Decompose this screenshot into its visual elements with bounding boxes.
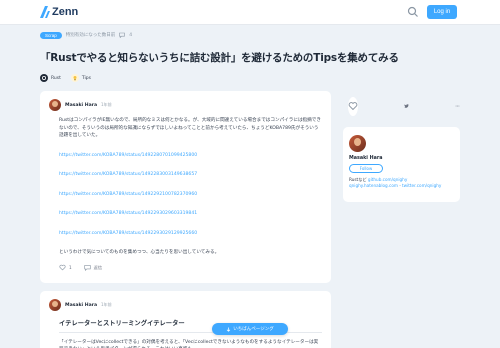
avatar[interactable] <box>49 299 61 311</box>
tag-list: Rust Tips <box>40 74 460 82</box>
profile-bio: Rustなど github.com/qnighy qnighy.hatenabl… <box>349 177 442 188</box>
zenn-logo-icon <box>40 6 50 18</box>
avatar[interactable] <box>49 99 61 111</box>
scrap-post: Masaki Hara 1年前 イテレーターとストリーミングイテレーター 「イテ… <box>40 291 331 348</box>
bio-link[interactable]: twitter.com/qnighy <box>402 183 441 188</box>
logo-text: Zenn <box>52 6 79 18</box>
post-header: Masaki Hara 1年前 <box>40 91 331 111</box>
reply-button[interactable]: 返信 <box>84 264 102 271</box>
toc-label: いちばんページング <box>233 327 274 332</box>
header: Zenn Log in <box>0 0 500 25</box>
avatar[interactable] <box>349 135 366 152</box>
tag-label: Rust <box>51 75 61 81</box>
article-meta: Scrap 特別有効になった数日前 4 <box>40 30 460 40</box>
lightbulb-icon <box>70 74 79 82</box>
bio-link[interactable]: github.com/qnighy <box>368 177 407 182</box>
reply-icon <box>84 265 91 271</box>
tweet-link[interactable]: https://twitter.com/KOBA789/status/14922… <box>59 230 322 238</box>
tag-tips[interactable]: Tips <box>70 74 91 82</box>
comment-count: 4 <box>129 32 133 38</box>
login-button[interactable]: Log in <box>427 5 457 19</box>
post-date: 1年前 <box>101 302 112 307</box>
follow-button[interactable]: Follow <box>349 164 383 173</box>
post-actions: 1 返信 <box>59 264 102 271</box>
tag-label: Tips <box>81 75 91 81</box>
scrap-badge[interactable]: Scrap <box>40 31 62 39</box>
author-name[interactable]: Masaki Hara <box>65 103 97 108</box>
heart-icon <box>59 264 66 271</box>
tweet-link[interactable]: https://twitter.com/KOBA789/status/14922… <box>59 171 322 179</box>
zenn-logo[interactable]: Zenn <box>40 6 78 18</box>
heart-icon <box>348 102 358 111</box>
author-name[interactable]: Masaki Hara <box>65 303 97 308</box>
tweet-link[interactable]: https://twitter.com/KOBA789/status/14922… <box>59 152 322 160</box>
twitter-icon[interactable] <box>404 99 409 113</box>
bio-link[interactable]: qnighy.hatenablog.com <box>349 183 398 188</box>
search-icon[interactable] <box>407 6 419 18</box>
post-paragraph: 「イテレーターはVecにcollectできる」の対偶を考えると、「Vecにcol… <box>59 339 319 348</box>
meta-text: 特別有効になった数日前 <box>65 33 116 38</box>
like-large-button[interactable] <box>348 96 358 116</box>
bio-text: Rustなど <box>349 177 367 182</box>
arrow-down-icon <box>227 327 231 332</box>
more-icon[interactable] <box>455 99 460 113</box>
post-header: Masaki Hara 1年前 <box>40 291 331 311</box>
post-paragraph: RustはコンパイラがIE無いなので、局所的なミスは何とかなる。が、大域的に間違… <box>59 118 321 138</box>
post-body: イテレーターとストリーミングイテレーター 「イテレーターはVecにcollect… <box>40 320 331 348</box>
author-profile-card: Masaki Hara Follow Rustなど github.com/qni… <box>343 127 460 202</box>
post-date: 1年前 <box>101 102 112 107</box>
profile-name[interactable]: Masaki Hara <box>349 156 454 161</box>
like-button[interactable]: 1 <box>59 264 72 271</box>
tweet-link[interactable]: https://twitter.com/KOBA789/status/14922… <box>59 191 322 199</box>
page-title: 「Rustでやると知らないうちに詰む設計」を避けるためのTipsを集めてみる <box>40 52 399 64</box>
like-count: 1 <box>69 265 72 270</box>
tag-rust[interactable]: Rust <box>40 74 61 82</box>
reply-label: 返信 <box>93 264 103 270</box>
toc-button[interactable]: いちばんページング <box>212 323 288 335</box>
rust-icon <box>40 74 48 82</box>
scrap-post: Masaki Hara 1年前 RustはコンパイラがIE無いなので、局所的なミ… <box>40 91 331 283</box>
post-closing: というわけで気についてのものを集めつつ、心当たりを思い出していてみる。 <box>59 250 220 255</box>
share-row <box>343 91 460 121</box>
sidebar: Masaki Hara Follow Rustなど github.com/qni… <box>343 91 460 202</box>
article-header: Scrap 特別有効になった数日前 4 「Rustでやると知らないうちに詰む設計… <box>40 30 460 82</box>
post-body: RustはコンパイラがIE無いなので、局所的なミスは何とかなる。が、大域的に間違… <box>40 117 331 257</box>
tweet-link[interactable]: https://twitter.com/KOBA789/status/14922… <box>59 210 322 218</box>
comment-icon <box>119 32 126 38</box>
